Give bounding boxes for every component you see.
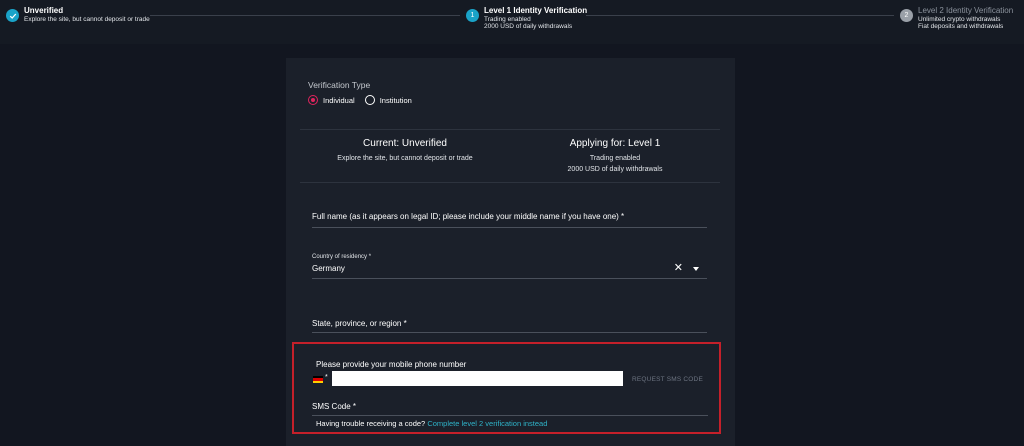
trouble-question: Having trouble receiving a code? xyxy=(316,419,426,428)
step-subtitle: 2000 USD of daily withdrawals xyxy=(484,23,573,31)
state-field[interactable]: State, province, or region * xyxy=(312,319,707,333)
step-title: Level 1 Identity Verification xyxy=(484,6,588,15)
applying-level-subtitle: Trading enabled xyxy=(589,155,641,162)
step-subtitle: Fiat deposits and withdrawals xyxy=(918,23,1004,31)
trouble-text: Having trouble receiving a code? Complet… xyxy=(316,419,547,428)
sms-code-label: SMS Code * xyxy=(312,402,357,411)
step-connector xyxy=(586,15,894,16)
country-select[interactable]: Country of residency * Germany ✕ xyxy=(312,254,707,279)
step-subtitle: Unlimited crypto withdrawals xyxy=(918,15,1001,23)
step-level-2: 2 Level 2 Identity Verification Unlimite… xyxy=(900,6,1013,31)
step-subtitle: Trading enabled xyxy=(484,15,531,23)
step-title: Level 2 Identity Verification xyxy=(918,6,1014,15)
applying-level-subtitle: 2000 USD of daily withdrawals xyxy=(567,166,663,174)
radio-label: Institution xyxy=(379,95,412,105)
clear-icon[interactable]: ✕ xyxy=(674,263,683,274)
current-level-title: Current: Unverified xyxy=(363,138,447,149)
request-sms-button[interactable]: REQUEST SMS CODE xyxy=(632,376,703,383)
step-connector xyxy=(150,15,460,16)
step-level-1: 1 Level 1 Identity Verification Trading … xyxy=(466,6,587,31)
state-placeholder: State, province, or region * xyxy=(312,319,407,328)
germany-flag-icon[interactable] xyxy=(313,376,323,383)
full-name-field[interactable]: Full name (as it appears on legal ID; pl… xyxy=(312,212,707,228)
radio-institution[interactable]: Institution xyxy=(364,95,412,105)
current-level-subtitle: Explore the site, but cannot deposit or … xyxy=(337,155,473,162)
level-2-verification-link[interactable]: Complete level 2 verification instead xyxy=(427,419,547,428)
radio-unchecked-icon[interactable] xyxy=(364,95,375,105)
country-label: Country of residency * xyxy=(312,254,372,260)
phone-required-marker: * xyxy=(325,374,328,381)
level-status-box: Current: Unverified Explore the site, bu… xyxy=(300,129,720,183)
check-icon xyxy=(6,9,19,22)
applying-level-title: Applying for: Level 1 xyxy=(569,138,661,149)
verification-type-label: Verification Type xyxy=(308,80,371,90)
step-title: Unverified xyxy=(24,6,64,15)
radio-individual[interactable]: Individual xyxy=(308,95,355,105)
step-number-badge: 2 xyxy=(900,9,913,22)
verification-type-radio-group: Individual Institution xyxy=(308,95,422,105)
current-level: Current: Unverified Explore the site, bu… xyxy=(300,138,510,164)
step-subtitle: Explore the site, but cannot deposit or … xyxy=(24,15,150,23)
phone-input[interactable] xyxy=(332,371,623,386)
sms-code-field[interactable]: SMS Code * xyxy=(312,402,708,416)
country-value: Germany xyxy=(312,264,345,273)
step-number-badge: 1 xyxy=(466,9,479,22)
chevron-down-icon[interactable] xyxy=(693,266,699,271)
phone-label: Please provide your mobile phone number xyxy=(316,360,467,369)
applying-level: Applying for: Level 1 Trading enabled 20… xyxy=(510,138,720,175)
radio-checked-icon[interactable] xyxy=(308,95,318,105)
step-unverified: Unverified Explore the site, but cannot … xyxy=(6,6,150,23)
verification-stepper: Unverified Explore the site, but cannot … xyxy=(0,0,1024,44)
radio-label: Individual xyxy=(323,95,355,105)
full-name-placeholder: Full name (as it appears on legal ID; pl… xyxy=(312,212,625,221)
